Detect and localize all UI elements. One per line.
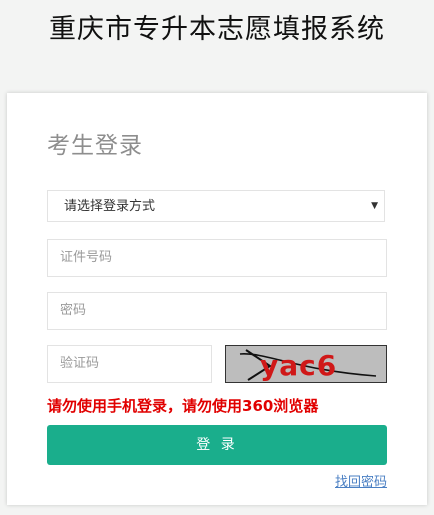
- password-placeholder: 密码: [60, 303, 87, 318]
- id-number-input[interactable]: 证件号码: [47, 239, 387, 277]
- login-button[interactable]: 登 录: [47, 425, 387, 465]
- captcha-placeholder: 验证码: [60, 356, 100, 371]
- captcha-input[interactable]: 验证码: [47, 345, 212, 383]
- warning-message: 请勿使用手机登录，请勿使用360浏览器: [47, 397, 319, 415]
- password-input[interactable]: 密码: [47, 292, 387, 330]
- captcha-image[interactable]: yac6: [225, 345, 387, 383]
- page-title: 重庆市专升本志愿填报系统: [49, 14, 385, 45]
- captcha-graphic: yac6: [226, 346, 386, 382]
- triangle-down-icon: ▼: [371, 201, 378, 211]
- forgot-password-link[interactable]: 找回密码: [335, 473, 387, 493]
- login-panel: 考生登录 请选择登录方式 ▼ 证件号码 密码 验证码 yac6 请勿使用手机登录…: [7, 93, 427, 505]
- captcha-text: yac6: [260, 349, 337, 382]
- login-panel-title: 考生登录: [47, 133, 143, 159]
- login-method-select[interactable]: 请选择登录方式 ▼: [47, 190, 385, 222]
- login-method-selected-value: 请选择登录方式: [64, 199, 156, 214]
- id-number-placeholder: 证件号码: [60, 250, 113, 265]
